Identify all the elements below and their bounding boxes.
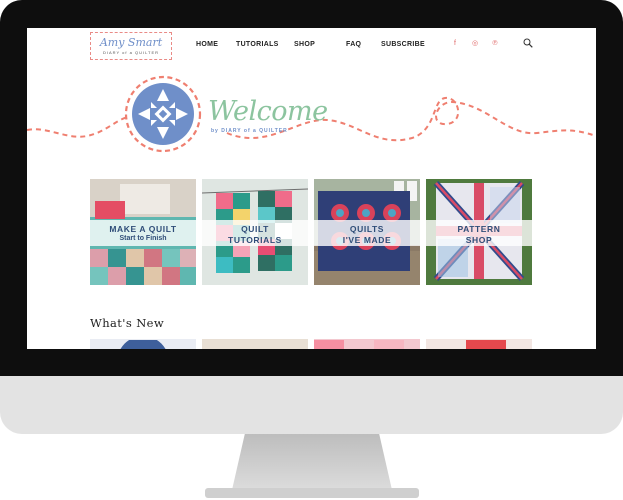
nav-tutorials[interactable]: TUTORIALS	[236, 41, 279, 48]
monitor-stand-neck	[232, 434, 392, 490]
tile-title: QUILTS	[349, 224, 385, 234]
nav-home[interactable]: HOME	[196, 41, 218, 48]
monitor-chin	[0, 376, 623, 434]
logo-script-text: Amy Smart	[99, 36, 163, 49]
tile-title: QUILT	[241, 224, 269, 234]
tile-pattern-shop[interactable]: PATTERN SHOP	[426, 179, 532, 285]
tile-title: PATTERN	[457, 224, 501, 234]
logo-subtitle: DIARY of a QUILTER	[102, 50, 159, 55]
post-thumbnail[interactable]	[314, 339, 420, 349]
instagram-icon[interactable]: ◎	[471, 40, 479, 48]
post-thumbnail-image	[314, 340, 404, 349]
nav-faq[interactable]: FAQ	[346, 41, 361, 48]
tile-subtitle: I'VE MADE	[342, 235, 392, 245]
facebook-icon[interactable]: f	[451, 40, 459, 48]
tile-make-a-quilt[interactable]: MAKE A QUILT Start to Finish	[90, 179, 196, 285]
nav-shop[interactable]: SHOP	[294, 41, 315, 48]
site-logo[interactable]: Amy Smart DIARY of a QUILTER	[90, 32, 172, 60]
welcome-subheading: by DIARY of a QUILTER	[211, 128, 288, 134]
tile-quilt-tutorials[interactable]: QUILT TUTORIALS	[202, 179, 308, 285]
quilt-block-logo-icon	[124, 75, 202, 153]
section-heading-whats-new: What's New	[90, 316, 165, 330]
tile-subtitle: Start to Finish	[119, 235, 167, 242]
post-thumbnail[interactable]	[90, 339, 196, 349]
post-thumbnail-image	[120, 339, 166, 349]
welcome-heading: Welcome	[208, 96, 328, 127]
tile-subtitle: SHOP	[465, 235, 493, 245]
tile-subtitle: TUTORIALS	[228, 235, 282, 245]
monitor-stand-foot	[205, 488, 419, 498]
website-screen: Amy Smart DIARY of a QUILTER HOME TUTORI…	[27, 28, 596, 349]
pinterest-icon[interactable]: ℗	[491, 40, 499, 48]
tile-quilts-ive-made[interactable]: QUILTS I'VE MADE	[314, 179, 420, 285]
nav-subscribe[interactable]: SUBSCRIBE	[381, 41, 425, 48]
tile-title: MAKE A QUILT	[109, 224, 177, 234]
monitor-frame: Amy Smart DIARY of a QUILTER HOME TUTORI…	[0, 0, 623, 500]
post-thumbnail[interactable]	[426, 339, 532, 349]
post-thumbnail[interactable]	[202, 339, 308, 349]
post-thumbnail-image	[466, 340, 506, 349]
search-icon[interactable]	[523, 38, 533, 48]
